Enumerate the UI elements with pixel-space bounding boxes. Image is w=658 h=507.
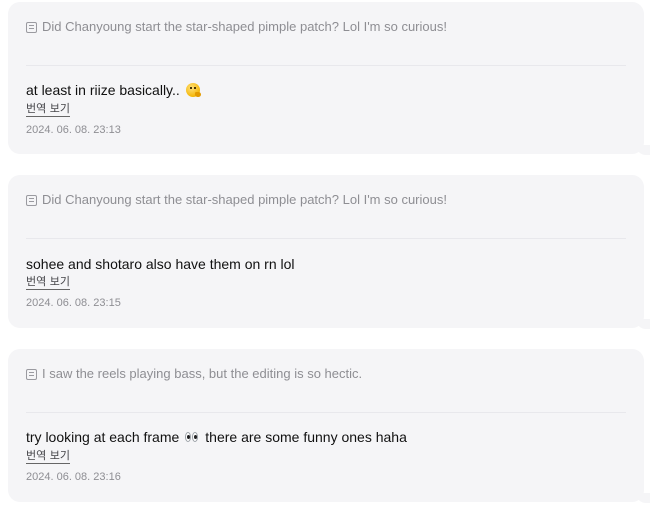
comment-feed: Did Chanyoung start the star-shaped pimp… (0, 0, 658, 507)
quoted-text: Did Chanyoung start the star-shaped pimp… (42, 19, 447, 34)
quote-icon (26, 21, 37, 33)
translate-button[interactable]: 번역 보기 (26, 102, 70, 117)
translate-button[interactable]: 번역 보기 (26, 449, 70, 464)
message-text: try looking at each frame there are some… (26, 428, 407, 446)
message-body: at least in riize basically.. (26, 82, 180, 98)
timestamp: 2024. 06. 08. 23:16 (26, 471, 121, 483)
quote-icon (26, 368, 37, 380)
quoted-text: Did Chanyoung start the star-shaped pimp… (42, 192, 447, 207)
message-text: sohee and shotaro also have them on rn l… (26, 255, 295, 273)
quoted-reply: Did Chanyoung start the star-shaped pimp… (26, 19, 447, 35)
message-body: try looking at each frame (26, 429, 180, 445)
comment-card: Did Chanyoung start the star-shaped pimp… (8, 175, 650, 329)
quoted-reply: I saw the reels playing bass, but the ed… (26, 366, 362, 382)
eyes-icon (185, 432, 199, 442)
timestamp: 2024. 06. 08. 23:15 (26, 297, 121, 309)
comment-card: Did Chanyoung start the star-shaped pimp… (8, 2, 650, 155)
message-text: at least in riize basically.. (26, 81, 201, 99)
divider (26, 65, 626, 66)
divider (26, 238, 626, 239)
quoted-reply: Did Chanyoung start the star-shaped pimp… (26, 192, 447, 208)
message-body: sohee and shotaro also have them on rn l… (26, 256, 295, 272)
translate-button[interactable]: 번역 보기 (26, 275, 70, 290)
quote-icon (26, 194, 37, 206)
comment-card: I saw the reels playing bass, but the ed… (8, 349, 650, 503)
message-body-continued: there are some funny ones haha (205, 429, 407, 445)
thinking-face-icon (185, 83, 201, 97)
timestamp: 2024. 06. 08. 23:13 (26, 124, 121, 136)
divider (26, 412, 626, 413)
quoted-text: I saw the reels playing bass, but the ed… (42, 366, 363, 381)
